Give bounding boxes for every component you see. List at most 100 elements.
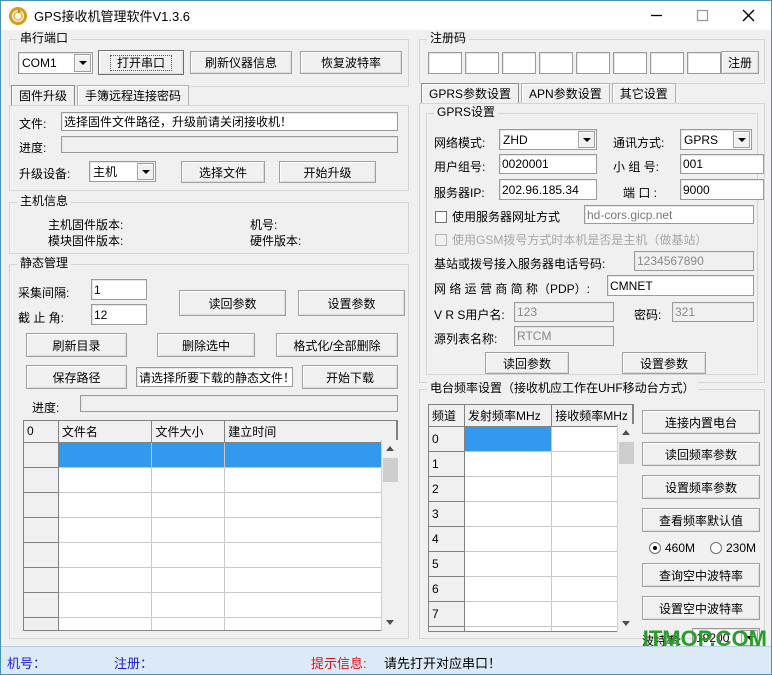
server-url-input[interactable]: hd-cors.gicp.net (584, 205, 754, 224)
table-row[interactable] (24, 442, 397, 467)
col-rx-freq[interactable]: 接收频率MHz (552, 405, 633, 426)
cell-filesize[interactable] (152, 492, 225, 517)
vrs-username-input[interactable]: 123 (514, 302, 614, 322)
scroll-down-icon[interactable] (618, 615, 635, 632)
table-row[interactable] (24, 592, 397, 617)
table-row[interactable] (24, 492, 397, 517)
radio-frequency-table[interactable]: 频道 发射频率MHz 接收频率MHz 0123456789 (428, 404, 634, 632)
static-file-table[interactable]: 0 文件名 文件大小 建立时间 (23, 420, 398, 631)
cell-index[interactable] (24, 542, 58, 567)
cell-filesize[interactable] (152, 517, 225, 542)
query-air-baud-button[interactable]: 查询空中波特率 (642, 563, 760, 587)
register-code-field-4[interactable] (539, 52, 573, 74)
mountpoint-input[interactable]: RTCM (514, 326, 614, 346)
scroll-thumb[interactable] (619, 442, 634, 464)
table-row[interactable]: 0 (429, 426, 633, 451)
cell-filesize[interactable] (152, 617, 225, 631)
col-tx-freq[interactable]: 发射频率MHz (465, 405, 552, 426)
scroll-up-icon[interactable] (382, 440, 399, 457)
cell-tx-freq[interactable] (465, 551, 552, 576)
radio-frequency-table-scrollbar[interactable] (617, 424, 634, 632)
cell-index[interactable] (24, 592, 58, 617)
user-group-input[interactable]: 0020001 (499, 154, 597, 174)
cell-tx-freq[interactable] (465, 476, 552, 501)
cell-index[interactable] (24, 517, 58, 542)
firmware-device-select[interactable]: 主机 (89, 161, 156, 182)
cell-channel[interactable]: 4 (429, 526, 465, 551)
register-code-field-5[interactable] (576, 52, 610, 74)
collect-interval-input[interactable]: 1 (91, 279, 147, 300)
cell-channel[interactable]: 5 (429, 551, 465, 576)
static-file-table-scrollbar[interactable] (381, 440, 398, 631)
cell-createtime[interactable] (225, 592, 397, 617)
cell-filename[interactable] (58, 442, 152, 467)
register-code-field-1[interactable] (428, 52, 462, 74)
chevron-down-icon[interactable] (578, 131, 595, 148)
checkbox-box[interactable] (435, 211, 447, 223)
download-hint-input[interactable]: 请选择所要下载的静态文件！ (136, 367, 293, 387)
cell-channel[interactable]: 8 (429, 626, 465, 632)
chevron-down-icon[interactable] (733, 131, 750, 148)
cell-filename[interactable] (58, 592, 152, 617)
cell-tx-freq[interactable] (465, 626, 552, 632)
cell-channel[interactable]: 6 (429, 576, 465, 601)
static-read-params-button[interactable]: 读回参数 (179, 290, 286, 316)
checkbox-box[interactable] (435, 234, 447, 246)
tab-handbook-password[interactable]: 手簿远程连接密码 (77, 85, 189, 105)
cell-filesize[interactable] (152, 592, 225, 617)
table-row[interactable]: 2 (429, 476, 633, 501)
set-freq-params-button[interactable]: 设置频率参数 (642, 475, 760, 499)
format-delete-all-button[interactable]: 格式化/全部删除 (276, 333, 398, 357)
dial-phone-input[interactable]: 1234567890 (634, 251, 754, 271)
cell-index[interactable] (24, 567, 58, 592)
table-row[interactable] (24, 517, 397, 542)
cell-filesize[interactable] (152, 467, 225, 492)
table-row[interactable] (24, 467, 397, 492)
cell-channel[interactable]: 0 (429, 426, 465, 451)
radio-circle[interactable] (649, 542, 661, 554)
tab-other-settings[interactable]: 其它设置 (612, 83, 676, 103)
col-index[interactable]: 0 (24, 421, 58, 442)
cell-tx-freq[interactable] (465, 451, 552, 476)
cell-createtime[interactable] (225, 442, 397, 467)
cell-tx-freq[interactable] (465, 501, 552, 526)
cell-createtime[interactable] (225, 492, 397, 517)
cell-tx-freq[interactable] (465, 426, 552, 451)
view-freq-defaults-button[interactable]: 查看频率默认值 (642, 508, 760, 532)
cell-createtime[interactable] (225, 517, 397, 542)
register-code-field-3[interactable] (502, 52, 536, 74)
cell-createtime[interactable] (225, 617, 397, 631)
table-row[interactable] (24, 542, 397, 567)
sub-group-input[interactable]: 001 (680, 154, 764, 174)
firmware-file-input[interactable]: 选择固件文件路径，升级前请关闭接收机！ (61, 112, 398, 131)
open-port-button[interactable]: 打开串口 (98, 50, 184, 75)
static-set-params-button[interactable]: 设置参数 (298, 290, 405, 316)
pdp-input[interactable]: CMNET (607, 275, 754, 296)
table-row[interactable]: 4 (429, 526, 633, 551)
scroll-track[interactable] (382, 482, 399, 614)
cell-index[interactable] (24, 617, 58, 631)
table-row[interactable]: 7 (429, 601, 633, 626)
cell-filename[interactable] (58, 492, 152, 517)
cell-filename[interactable] (58, 467, 152, 492)
col-createtime[interactable]: 建立时间 (225, 421, 397, 442)
cell-filename[interactable] (58, 567, 152, 592)
restore-baud-button[interactable]: 恢复波特率 (300, 51, 402, 74)
chevron-down-icon[interactable] (137, 163, 154, 180)
table-row[interactable]: 1 (429, 451, 633, 476)
register-code-field-8[interactable] (687, 52, 721, 74)
table-row[interactable]: 5 (429, 551, 633, 576)
cell-filesize[interactable] (152, 567, 225, 592)
cell-tx-freq[interactable] (465, 576, 552, 601)
cell-channel[interactable]: 7 (429, 601, 465, 626)
radio-460m-option[interactable]: 460M (649, 541, 695, 555)
start-download-button[interactable]: 开始下载 (302, 365, 398, 389)
connect-internal-radio-button[interactable]: 连接内置电台 (642, 410, 760, 434)
port-input[interactable]: 9000 (680, 179, 764, 200)
cell-channel[interactable]: 3 (429, 501, 465, 526)
cell-channel[interactable]: 2 (429, 476, 465, 501)
minimize-icon[interactable] (633, 1, 679, 30)
choose-file-button[interactable]: 选择文件 (181, 161, 265, 183)
table-row[interactable]: 8 (429, 626, 633, 632)
table-row[interactable]: 3 (429, 501, 633, 526)
